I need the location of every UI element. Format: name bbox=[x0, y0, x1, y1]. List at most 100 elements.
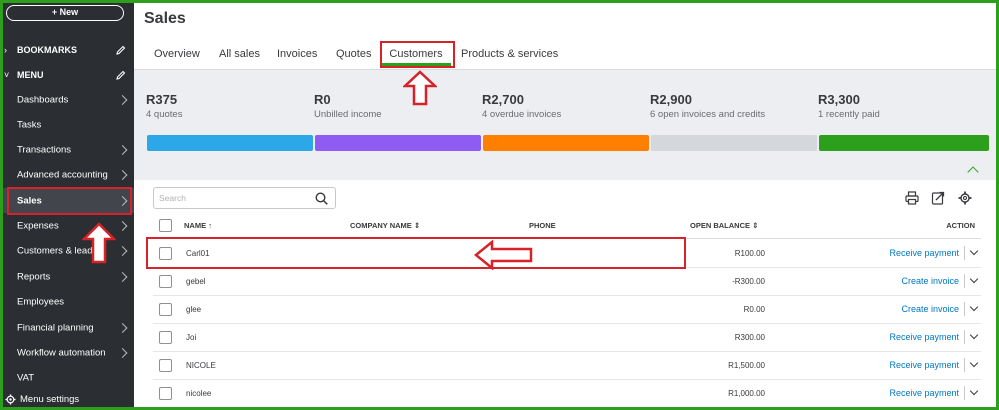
sidebar-item-workflow-automation[interactable]: Workflow automation bbox=[0, 340, 134, 365]
select-all-checkbox[interactable] bbox=[159, 219, 172, 232]
summary-bar-open[interactable] bbox=[651, 135, 817, 151]
summary-amount: R2,900 bbox=[650, 92, 692, 107]
gear-icon bbox=[5, 394, 16, 405]
row-action-link[interactable]: Receive payment bbox=[889, 388, 959, 398]
divider bbox=[964, 246, 965, 260]
chevron-down-icon[interactable] bbox=[969, 358, 979, 368]
search-field[interactable] bbox=[153, 187, 336, 209]
export-icon[interactable] bbox=[931, 191, 945, 205]
sort-arrow-icon: ↑ bbox=[208, 221, 212, 230]
sidebar-item-label: Workflow automation bbox=[17, 347, 106, 358]
sort-arrow-icon: ⇕ bbox=[752, 221, 759, 230]
summary-recently-paid[interactable]: R3,300 1 recently paid bbox=[818, 92, 880, 120]
page-title: Sales bbox=[144, 10, 186, 27]
arrow-left-icon bbox=[474, 240, 533, 270]
summary-unbilled[interactable]: R0 Unbilled income bbox=[314, 92, 382, 120]
row-checkbox[interactable] bbox=[159, 387, 172, 400]
row-action-link[interactable]: Create invoice bbox=[901, 304, 959, 314]
tab-invoices[interactable]: Invoices bbox=[277, 44, 317, 66]
header-label: OPEN BALANCE bbox=[690, 221, 751, 230]
divider bbox=[964, 274, 965, 288]
customer-name[interactable]: Joi bbox=[186, 333, 196, 342]
chevron-right-icon bbox=[117, 169, 128, 180]
main-content: Sales Overview All sales Invoices Quotes… bbox=[134, 0, 999, 410]
sidebar-item-label: Dashboards bbox=[17, 94, 69, 105]
chevron-down-icon[interactable] bbox=[969, 330, 979, 340]
summary-bar-paid[interactable] bbox=[819, 135, 989, 151]
summary-bar-unbilled[interactable] bbox=[315, 135, 481, 151]
summary-amount: R3,300 bbox=[818, 92, 860, 107]
chevron-down-icon[interactable] bbox=[969, 386, 979, 396]
sidebar-item-advanced-accounting[interactable]: Advanced accounting bbox=[0, 162, 134, 187]
customer-name[interactable]: nicolee bbox=[186, 389, 211, 398]
row-action-link[interactable]: Receive payment bbox=[889, 332, 959, 342]
summary-quotes[interactable]: R375 4 quotes bbox=[146, 92, 182, 120]
sidebar-item-label: Transactions bbox=[17, 144, 72, 155]
column-header-open-balance[interactable]: OPEN BALANCE ⇕ bbox=[690, 221, 758, 230]
open-balance: R300.00 bbox=[734, 333, 765, 342]
menu-settings-button[interactable]: Menu settings bbox=[0, 390, 134, 410]
sidebar-item-label: Advanced accounting bbox=[17, 169, 108, 180]
row-checkbox[interactable] bbox=[159, 275, 172, 288]
sidebar-item-tasks[interactable]: Tasks bbox=[0, 112, 134, 137]
sidebar-item-employees[interactable]: Employees bbox=[0, 289, 134, 314]
chevron-down-icon[interactable] bbox=[969, 302, 979, 312]
sidebar-bookmarks[interactable]: › BOOKMARKS bbox=[0, 37, 134, 62]
pencil-icon[interactable] bbox=[116, 70, 126, 80]
header-label: COMPANY NAME bbox=[350, 221, 412, 230]
annotation-box-customer-row bbox=[146, 237, 686, 269]
customer-name[interactable]: glee bbox=[186, 305, 201, 314]
table-row[interactable]: NICOLE R1,500.00 Receive payment bbox=[153, 352, 981, 380]
table-row[interactable]: Joi R300.00 Receive payment bbox=[153, 324, 981, 352]
summary-amount: R2,700 bbox=[482, 92, 524, 107]
summary-open-invoices[interactable]: R2,900 6 open invoices and credits bbox=[650, 92, 765, 120]
customer-name[interactable]: NICOLE bbox=[186, 361, 216, 370]
row-checkbox[interactable] bbox=[159, 359, 172, 372]
summary-bar-overdue[interactable] bbox=[483, 135, 649, 151]
settings-gear-icon[interactable] bbox=[958, 191, 972, 205]
row-action-link[interactable]: Receive payment bbox=[889, 248, 959, 258]
tab-overview[interactable]: Overview bbox=[154, 44, 200, 66]
row-action-link[interactable]: Create invoice bbox=[901, 276, 959, 286]
column-header-name[interactable]: NAME ↑ bbox=[184, 221, 212, 230]
pencil-icon[interactable] bbox=[116, 45, 126, 55]
column-header-phone[interactable]: PHONE bbox=[529, 221, 556, 230]
chevron-right-icon bbox=[117, 245, 128, 256]
money-bar: R375 4 quotes R0 Unbilled income R2,700 4 o… bbox=[134, 70, 999, 180]
tab-quotes[interactable]: Quotes bbox=[336, 44, 371, 66]
table-row[interactable]: nicolee R1,000.00 Receive payment bbox=[153, 380, 981, 408]
row-action-link[interactable]: Receive payment bbox=[889, 360, 959, 370]
sidebar-item-label: Expenses bbox=[17, 220, 59, 231]
row-checkbox[interactable] bbox=[159, 331, 172, 344]
summary-bar-quotes[interactable] bbox=[147, 135, 313, 151]
tab-products-services[interactable]: Products & services bbox=[461, 44, 558, 66]
chevron-down-icon: ˅ bbox=[4, 69, 10, 80]
summary-overdue[interactable]: R2,700 4 overdue invoices bbox=[482, 92, 561, 120]
sidebar-menu[interactable]: ˅ MENU bbox=[0, 62, 134, 87]
chevron-down-icon[interactable] bbox=[969, 246, 979, 256]
chevron-up-icon[interactable] bbox=[967, 166, 979, 178]
sidebar-item-reports[interactable]: Reports bbox=[0, 264, 134, 289]
table-row[interactable]: glee R0.00 Create invoice bbox=[153, 296, 981, 324]
row-checkbox[interactable] bbox=[159, 303, 172, 316]
sidebar-item-financial-planning[interactable]: Financial planning bbox=[0, 315, 134, 340]
menu-label: MENU bbox=[17, 69, 44, 80]
customer-name[interactable]: gebel bbox=[186, 277, 206, 286]
sidebar-item-vat[interactable]: VAT bbox=[0, 365, 134, 390]
column-header-company[interactable]: COMPANY NAME ⇕ bbox=[350, 221, 420, 230]
chevron-right-icon bbox=[117, 347, 128, 358]
search-input[interactable] bbox=[154, 188, 304, 208]
sidebar-item-transactions[interactable]: Transactions bbox=[0, 137, 134, 162]
open-balance: R1,500.00 bbox=[728, 361, 765, 370]
summary-amount: R0 bbox=[314, 92, 331, 107]
chevron-down-icon[interactable] bbox=[969, 274, 979, 284]
divider bbox=[964, 302, 965, 316]
table-row[interactable]: gebel -R300.00 Create invoice bbox=[153, 268, 981, 296]
tab-all-sales[interactable]: All sales bbox=[219, 44, 260, 66]
print-icon[interactable] bbox=[905, 191, 919, 205]
divider bbox=[964, 330, 965, 344]
menu-settings-label: Menu settings bbox=[20, 394, 80, 405]
sidebar-item-dashboards[interactable]: Dashboards bbox=[0, 87, 134, 112]
search-icon[interactable] bbox=[315, 192, 328, 205]
new-button[interactable]: + New bbox=[6, 5, 124, 21]
